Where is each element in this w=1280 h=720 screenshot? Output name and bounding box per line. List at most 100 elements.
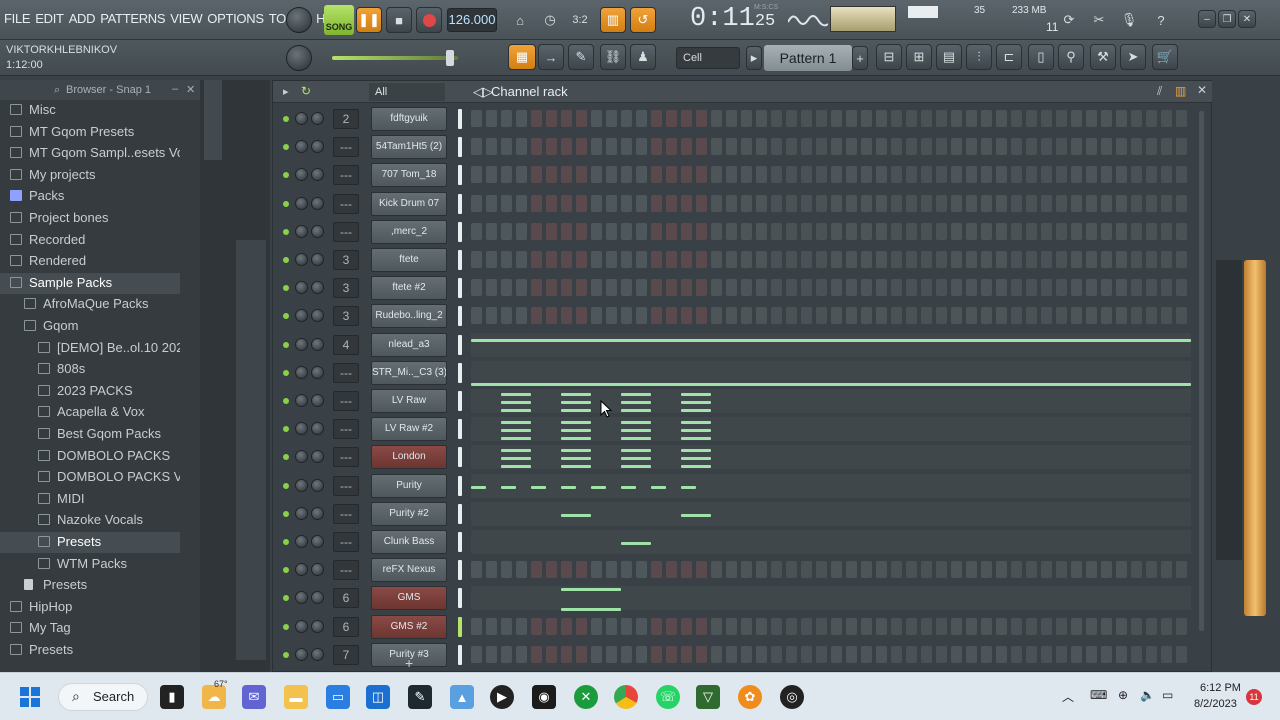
step-button[interactable]	[831, 307, 842, 325]
channel-volume-knob[interactable]	[295, 281, 308, 295]
step-edit-icon[interactable]: ▥	[600, 7, 626, 33]
close-rack-icon[interactable]: ✕	[1197, 83, 1207, 97]
step-button[interactable]	[1161, 279, 1172, 297]
browser-item[interactable]: AfroMaQue Packs	[0, 294, 180, 315]
step-button[interactable]	[516, 645, 527, 663]
step-button[interactable]	[1176, 617, 1187, 635]
menu-patterns[interactable]: PATTERNS	[100, 11, 165, 26]
step-button[interactable]	[1071, 222, 1082, 240]
step-button[interactable]	[576, 617, 587, 635]
step-button[interactable]	[966, 307, 977, 325]
step-button[interactable]	[966, 251, 977, 268]
browser-item[interactable]: MIDI	[0, 489, 180, 510]
step-button[interactable]	[696, 617, 707, 635]
step-button[interactable]	[621, 166, 632, 184]
step-button[interactable]	[786, 645, 797, 663]
step-button[interactable]	[1116, 166, 1127, 184]
step-button[interactable]	[1101, 645, 1112, 663]
step-button[interactable]	[801, 251, 812, 268]
mixer-track-number[interactable]: 3	[333, 278, 359, 299]
channel-volume-knob[interactable]	[295, 478, 308, 492]
step-button[interactable]	[831, 138, 842, 156]
step-button[interactable]	[1086, 110, 1097, 127]
step-button[interactable]	[906, 279, 917, 297]
step-button[interactable]	[1011, 251, 1022, 268]
step-button[interactable]	[831, 110, 842, 127]
step-button[interactable]	[471, 645, 482, 663]
step-button[interactable]	[516, 307, 527, 325]
step-button[interactable]	[591, 307, 602, 325]
step-button[interactable]	[681, 617, 692, 635]
step-button[interactable]	[996, 251, 1007, 268]
channel-pan-knob[interactable]	[311, 196, 324, 210]
step-button[interactable]	[651, 138, 662, 156]
browser-item[interactable]: DOMBOLO PACKS VOL 2	[0, 467, 180, 488]
step-button[interactable]	[846, 222, 857, 240]
step-button[interactable]	[471, 138, 482, 156]
step-button[interactable]	[486, 617, 497, 635]
volume-icon[interactable]: 🔈	[1140, 688, 1155, 702]
step-button[interactable]	[876, 279, 887, 297]
step-button[interactable]	[621, 617, 632, 635]
clock-time[interactable]: 6:12 PM	[1200, 682, 1241, 694]
step-button[interactable]	[831, 617, 842, 635]
step-button[interactable]	[951, 307, 962, 325]
step-button[interactable]	[891, 617, 902, 635]
step-button[interactable]	[531, 561, 542, 579]
step-button[interactable]	[1161, 561, 1172, 579]
step-button[interactable]	[861, 279, 872, 297]
step-button[interactable]	[1101, 138, 1112, 156]
wait-record-icon[interactable]: ◷	[537, 7, 563, 33]
channel-name-button[interactable]: ,merc_2	[371, 219, 447, 244]
channel-pan-knob[interactable]	[311, 140, 324, 154]
step-button[interactable]	[876, 617, 887, 635]
step-button[interactable]	[636, 138, 647, 156]
step-button[interactable]	[861, 222, 872, 240]
channel-mute-led[interactable]	[283, 369, 289, 376]
channel-select-indicator[interactable]	[458, 250, 462, 270]
step-button[interactable]	[891, 194, 902, 212]
step-button[interactable]	[1146, 194, 1157, 212]
step-button[interactable]	[771, 561, 782, 579]
channel-name-button[interactable]: ftete	[371, 248, 447, 272]
step-button[interactable]	[606, 194, 617, 212]
menu-edit[interactable]: EDIT	[35, 11, 64, 26]
browser-item[interactable]: Gqom	[0, 316, 180, 337]
channel-mute-led[interactable]	[283, 257, 289, 263]
step-button[interactable]	[726, 645, 737, 663]
step-button[interactable]	[1086, 645, 1097, 663]
step-button[interactable]	[1101, 617, 1112, 635]
step-button[interactable]	[1176, 251, 1187, 268]
step-button[interactable]	[921, 194, 932, 212]
channel-select-indicator[interactable]	[458, 560, 462, 581]
task-view-icon[interactable]: ▮	[160, 685, 184, 709]
step-button[interactable]	[561, 617, 572, 635]
step-button[interactable]	[1116, 251, 1127, 268]
step-button[interactable]	[771, 138, 782, 156]
step-button[interactable]	[471, 110, 482, 127]
step-button[interactable]	[1041, 279, 1052, 297]
channel-pan-knob[interactable]	[311, 450, 324, 464]
browser-item[interactable]: Nazoke Vocals	[0, 510, 180, 531]
step-button[interactable]	[921, 307, 932, 325]
step-button[interactable]	[936, 166, 947, 184]
step-button[interactable]	[741, 222, 752, 240]
step-button[interactable]	[951, 279, 962, 297]
step-button[interactable]	[561, 307, 572, 325]
step-button[interactable]	[531, 617, 542, 635]
step-button[interactable]	[861, 110, 872, 127]
browser-item[interactable]: Rendered	[0, 251, 180, 272]
step-button[interactable]	[801, 138, 812, 156]
step-button[interactable]	[981, 279, 992, 297]
step-button[interactable]	[501, 138, 512, 156]
step-button[interactable]	[681, 251, 692, 268]
step-button[interactable]	[876, 645, 887, 663]
channel-mute-led[interactable]	[283, 426, 289, 433]
piano-roll-preview[interactable]	[471, 332, 1191, 357]
teams-icon[interactable]: ✉	[242, 685, 266, 709]
mixer-track-number[interactable]: ---	[333, 532, 359, 552]
piano-roll-preview[interactable]	[471, 586, 1191, 612]
keyboard-icon[interactable]: ⌨	[1090, 688, 1107, 702]
step-button[interactable]	[1161, 110, 1172, 127]
step-button[interactable]	[696, 251, 707, 268]
